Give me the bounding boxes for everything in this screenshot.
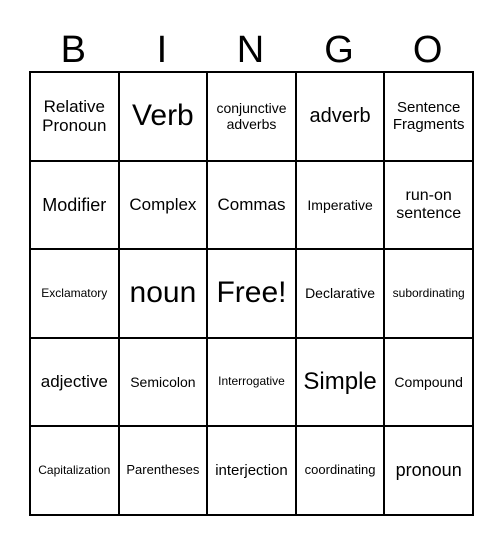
bingo-cell: noun bbox=[117, 248, 209, 339]
header-letter-i: I bbox=[156, 29, 168, 71]
grid-row: Relative Pronoun Verb conjunctive adverb… bbox=[29, 71, 474, 162]
bingo-header: B I N G O bbox=[29, 30, 472, 70]
header-letter-n: N bbox=[236, 29, 265, 71]
bingo-cell: Simple bbox=[294, 336, 386, 428]
bingo-cell: Verb bbox=[117, 71, 209, 162]
bingo-cell: Exclamatory bbox=[29, 248, 120, 339]
bingo-cell: adverb bbox=[294, 71, 386, 162]
grid-row: adjective Semicolon Interrogative Simple… bbox=[29, 336, 474, 428]
bingo-cell: Imperative bbox=[294, 159, 386, 251]
bingo-cell: Interrogative bbox=[206, 336, 297, 428]
bingo-cell: conjunctive adverbs bbox=[206, 71, 297, 162]
bingo-cell: coordinating bbox=[294, 425, 386, 516]
header-letter-o: O bbox=[412, 29, 443, 71]
bingo-cell: Capitalization bbox=[29, 425, 120, 516]
bingo-cell: subordinating bbox=[383, 248, 474, 339]
bingo-cell: Compound bbox=[383, 336, 474, 428]
bingo-cell: adjective bbox=[29, 336, 120, 428]
bingo-cell: Sentence Fragments bbox=[383, 71, 474, 162]
bingo-cell: Commas bbox=[206, 159, 297, 251]
bingo-grid: Relative Pronoun Verb conjunctive adverb… bbox=[29, 71, 474, 516]
bingo-cell: Modifier bbox=[29, 159, 120, 251]
bingo-cell: Parentheses bbox=[117, 425, 209, 516]
free-space-cell: Free! bbox=[206, 248, 297, 339]
grid-row: Capitalization Parentheses interjection … bbox=[29, 425, 474, 516]
grid-row: Modifier Complex Commas Imperative run-o… bbox=[29, 159, 474, 251]
bingo-cell: Complex bbox=[117, 159, 209, 251]
bingo-cell: pronoun bbox=[383, 425, 474, 516]
bingo-cell: Relative Pronoun bbox=[29, 71, 120, 162]
bingo-cell: Semicolon bbox=[117, 336, 209, 428]
grid-row: Exclamatory noun Free! Declarative subor… bbox=[29, 248, 474, 339]
bingo-cell: Declarative bbox=[294, 248, 386, 339]
bingo-cell: run-on sentence bbox=[383, 159, 474, 251]
header-letter-b: B bbox=[60, 29, 86, 71]
header-letter-g: G bbox=[324, 29, 354, 71]
bingo-cell: interjection bbox=[206, 425, 297, 516]
